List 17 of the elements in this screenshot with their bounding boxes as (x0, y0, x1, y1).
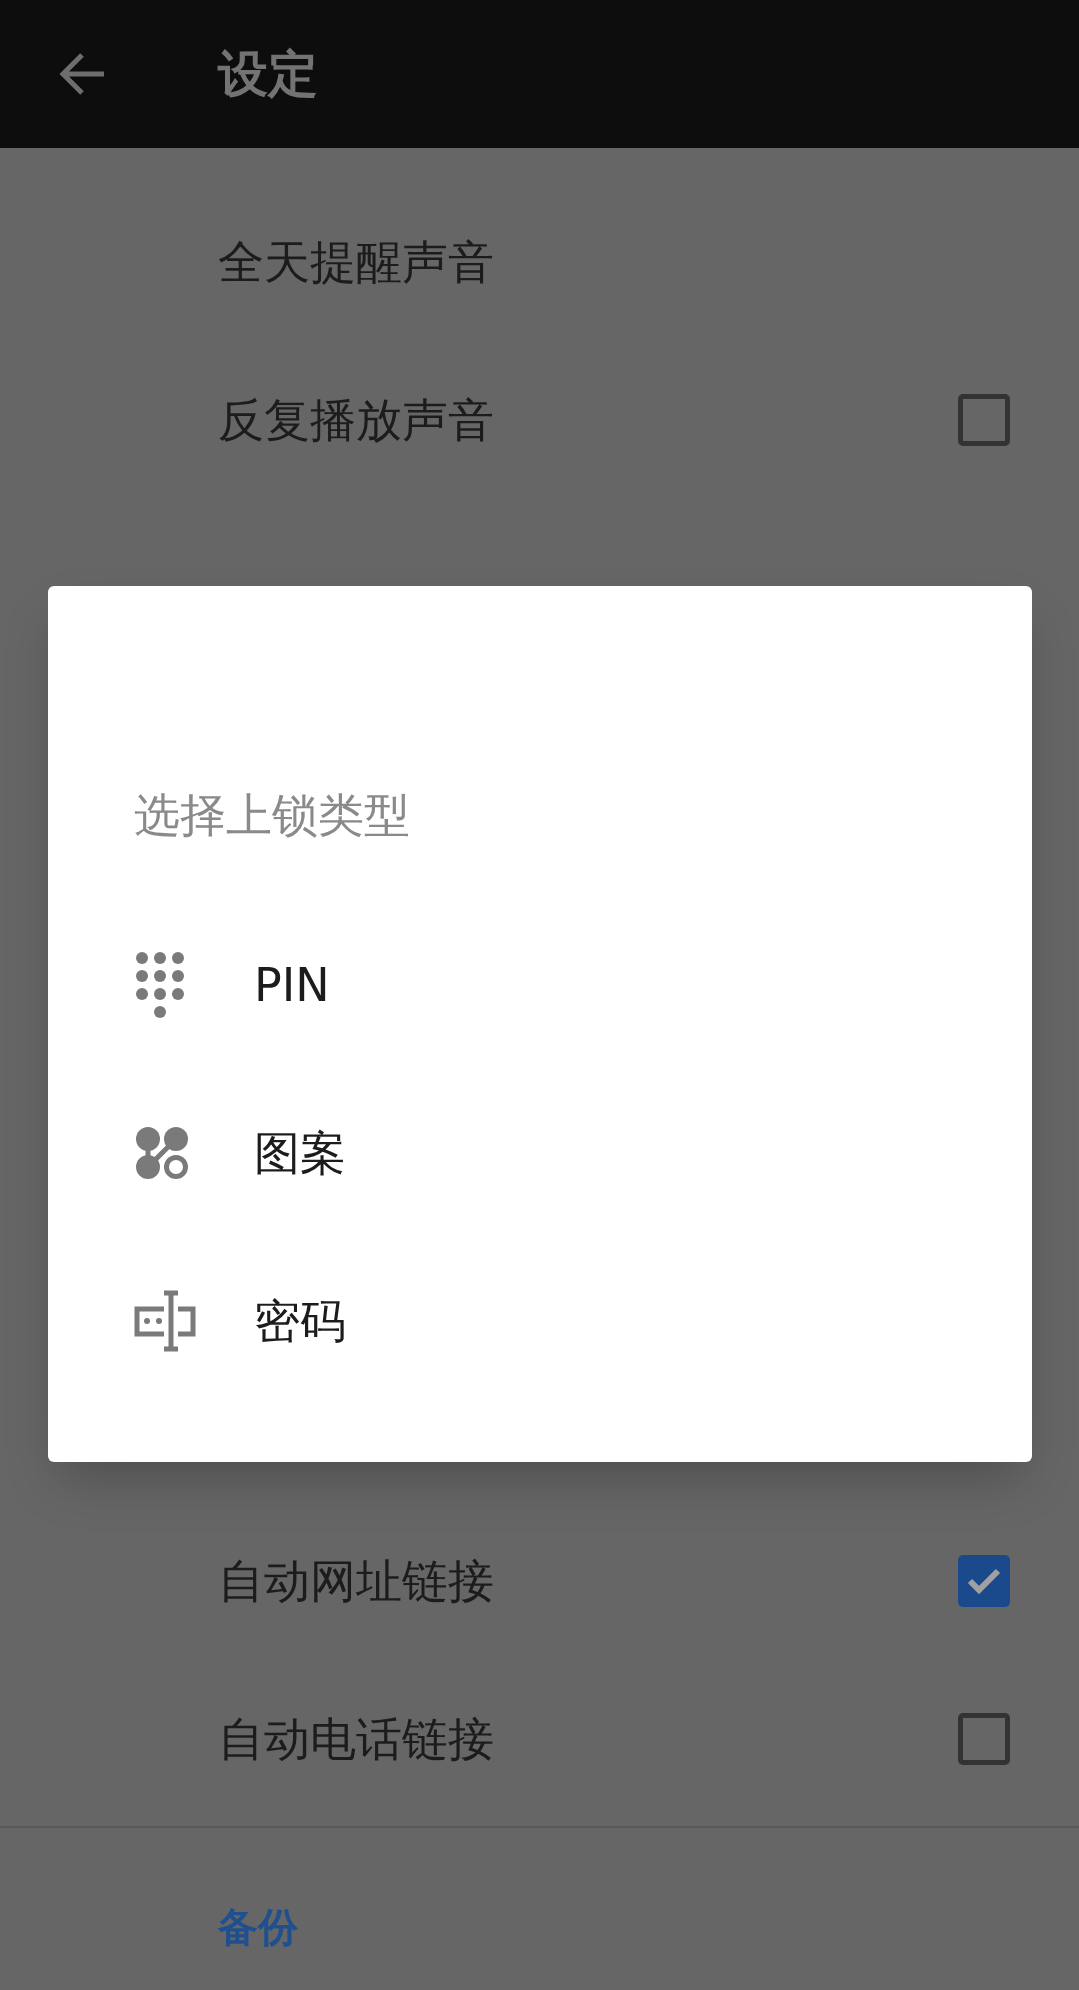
lock-option[interactable]: 密码 (48, 1237, 1032, 1405)
back-arrow-icon[interactable] (58, 52, 106, 96)
setting-label: 全天提醒声音 (218, 233, 495, 291)
pattern-icon (134, 1125, 190, 1181)
lock-option[interactable]: PIN (48, 901, 1032, 1069)
checkbox[interactable] (958, 1555, 1010, 1607)
checkbox[interactable] (958, 394, 1010, 446)
setting-label: 自动网址链接 (218, 1552, 495, 1610)
screen-title: 设定 (218, 49, 318, 99)
section-header: 备份 (218, 1903, 298, 1952)
setting-label: 反复播放声音 (218, 391, 495, 449)
lock-option[interactable]: 图案 (48, 1069, 1032, 1237)
dialpad-icon (134, 950, 186, 1020)
password-field-icon (134, 1290, 196, 1352)
setting-label: 自动电话链接 (218, 1710, 495, 1768)
checkbox[interactable] (958, 1713, 1010, 1765)
dialog-title: 选择上锁类型 (134, 787, 411, 844)
